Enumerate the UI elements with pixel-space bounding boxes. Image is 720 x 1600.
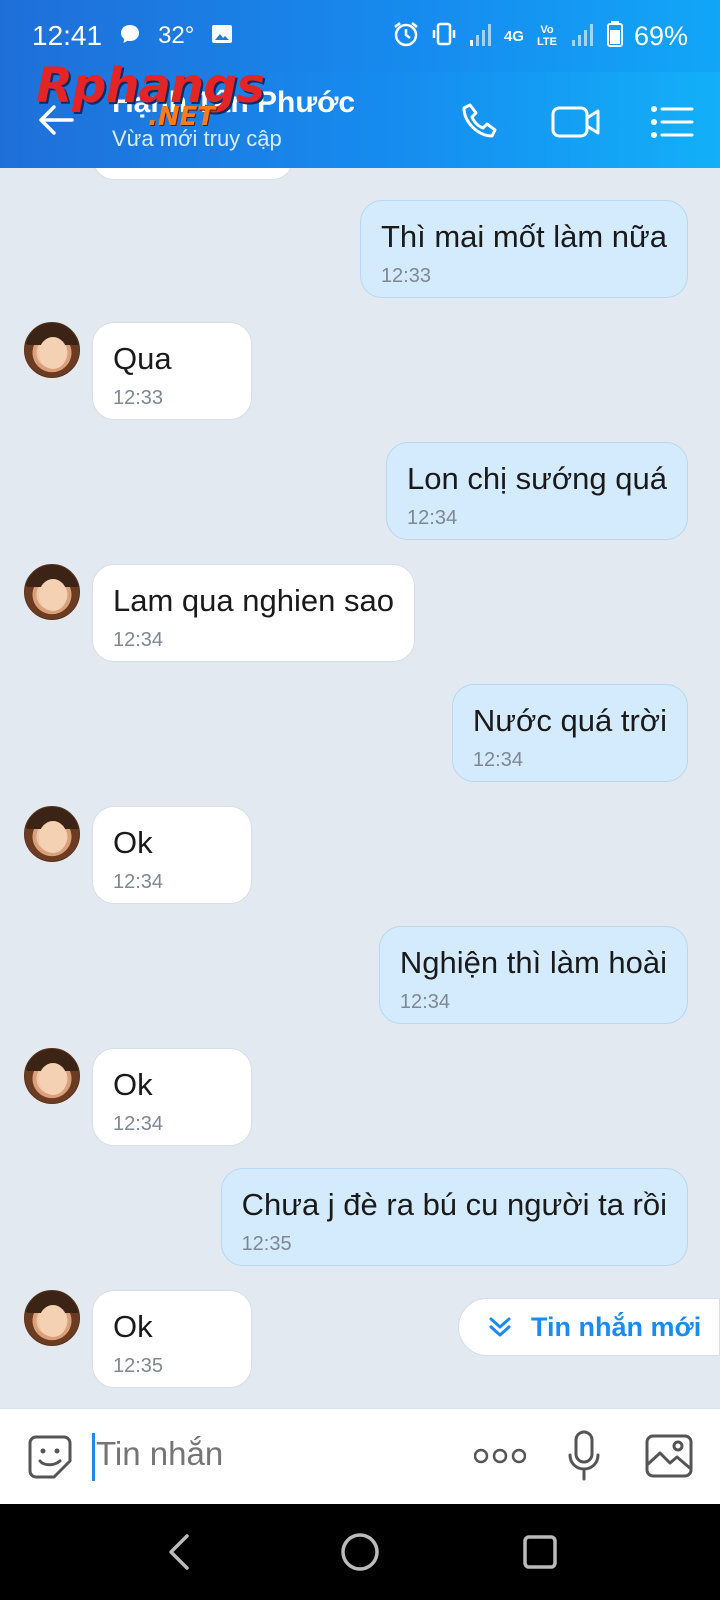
message-text: Ok (113, 1067, 153, 1102)
message-text: Lam qua nghien sao (113, 583, 394, 618)
message-time: 12:34 (399, 991, 450, 1013)
nav-home-icon (341, 1533, 379, 1571)
double-chevron-down-icon (489, 1317, 511, 1337)
battery-percent: 69% (633, 20, 688, 51)
alarm-icon (392, 20, 420, 53)
message-time: 12:34 (113, 871, 164, 893)
new-messages-button[interactable]: Tin nhắn mới (458, 1298, 720, 1356)
message-text: Chưa j đè ra bú cu người ta rồi (241, 1187, 667, 1222)
chat-header: Hạnh Tân Phước Vừa mới truy cập Rphangs … (0, 58, 720, 168)
message-bubble-incoming[interactable]: Ok 12:34 (92, 806, 252, 904)
message-text: Ok (113, 1309, 153, 1344)
message-input[interactable] (96, 1435, 436, 1473)
message-time: 12:35 (113, 1355, 164, 1377)
voice-call-button[interactable] (454, 96, 506, 148)
message-bubble-incoming[interactable]: Ok 12:34 (92, 1048, 252, 1146)
message-list[interactable]: Thì mai mốt làm nữa 12:33 Qua 12:33 Lon … (0, 168, 720, 1408)
signal-icon-2 (570, 20, 596, 53)
new-messages-label: Tin nhắn mới (531, 1311, 702, 1342)
message-text: Lon chị sướng quá (407, 461, 667, 496)
watermark-logo-suffix: .NET (148, 102, 216, 132)
microphone-icon (568, 1430, 600, 1481)
status-temperature: 32° (158, 22, 195, 49)
message-bubble-incoming[interactable]: Lam qua nghien sao 12:34 (92, 564, 415, 662)
message-bubble-outgoing[interactable]: Nghiện thì làm hoài 12:34 (378, 926, 688, 1024)
sticker-button[interactable] (26, 1433, 74, 1481)
message-bubble-outgoing[interactable]: Nước quá trời 12:34 (451, 684, 688, 782)
video-call-button[interactable] (550, 96, 602, 148)
volte-label: Vo LTE (536, 24, 557, 48)
network-4g-label: 4G (503, 27, 524, 45)
message-text: Thì mai mốt làm nữa (380, 219, 667, 254)
nav-recents-icon (523, 1535, 557, 1569)
nav-home-button[interactable] (336, 1528, 384, 1576)
status-time: 12:41 (32, 20, 103, 51)
message-time: 12:34 (407, 507, 458, 529)
options-menu-button[interactable] (646, 96, 698, 148)
message-time: 12:33 (113, 387, 164, 409)
message-text: Nước quá trời (472, 703, 667, 738)
image-icon (645, 1434, 693, 1478)
gallery-notification-icon (210, 22, 234, 51)
message-time: 12:34 (472, 749, 523, 771)
message-time: 12:34 (113, 629, 164, 651)
vibrate-icon (430, 20, 458, 53)
message-time: 12:33 (380, 265, 431, 287)
more-options-button[interactable] (473, 1445, 527, 1472)
message-time: 12:34 (113, 1113, 164, 1135)
sticker-face-icon (28, 1435, 72, 1479)
contact-avatar[interactable] (24, 1290, 80, 1346)
composer-bar (0, 1408, 720, 1504)
message-bubble-outgoing[interactable]: Chưa j đè ra bú cu người ta rồi 12:35 (220, 1168, 688, 1266)
message-text: Nghiện thì làm hoài (399, 945, 667, 980)
nav-back-button[interactable] (156, 1528, 204, 1576)
nav-recents-button[interactable] (516, 1528, 564, 1576)
message-bubble-incoming[interactable]: Qua 12:33 (92, 322, 252, 420)
more-dots-icon (473, 1448, 527, 1464)
contact-avatar[interactable] (24, 806, 80, 862)
video-camera-icon (551, 106, 600, 138)
send-image-button[interactable] (644, 1431, 694, 1486)
battery-icon (606, 20, 624, 53)
system-navigation-bar (0, 1504, 720, 1600)
message-time: 12:35 (241, 1233, 292, 1255)
phone-icon (462, 103, 497, 138)
voice-record-button[interactable] (566, 1429, 602, 1488)
message-bubble-outgoing[interactable]: Lon chị sướng quá 12:34 (386, 442, 688, 540)
message-bubble-incoming[interactable]: Ok 12:35 (92, 1290, 252, 1388)
partial-message-bubble (92, 168, 294, 180)
contact-avatar[interactable] (24, 1048, 80, 1104)
text-cursor (92, 1433, 95, 1481)
message-text: Ok (113, 825, 153, 860)
message-text: Qua (113, 341, 172, 376)
nav-back-icon (169, 1534, 189, 1570)
contact-avatar[interactable] (24, 322, 80, 378)
list-menu-icon (651, 106, 694, 138)
signal-icon (468, 20, 494, 53)
message-bubble-outgoing[interactable]: Thì mai mốt làm nữa 12:33 (359, 200, 688, 298)
messenger-notification-icon (118, 22, 142, 51)
contact-avatar[interactable] (24, 564, 80, 620)
